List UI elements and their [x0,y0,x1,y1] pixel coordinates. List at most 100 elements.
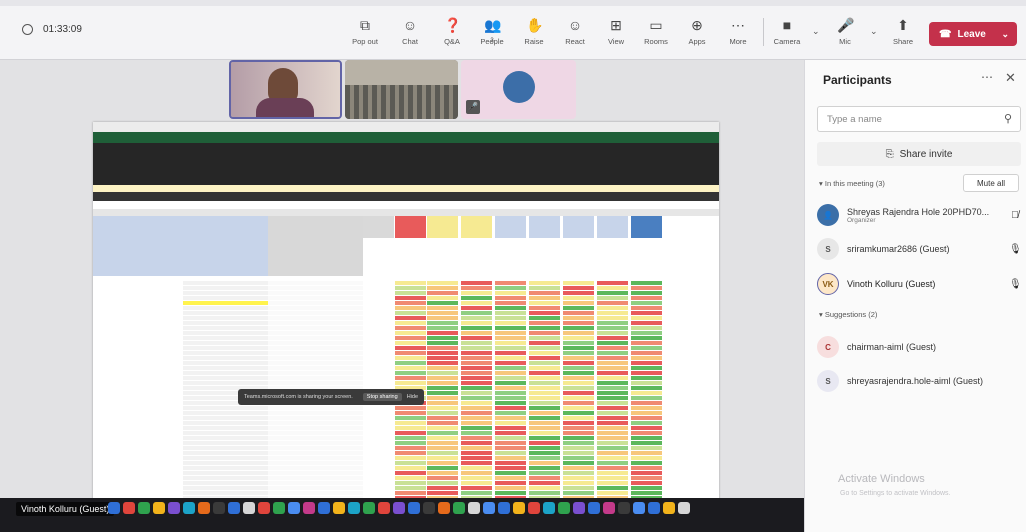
heatmap-cell [563,366,594,370]
video-tile-room[interactable] [345,60,458,119]
row-label-cell [183,321,268,325]
heatmap-cell [529,491,560,495]
suggestion-row[interactable]: C chairman-aiml (Guest) [817,334,1021,360]
heatmap-cell [495,446,526,450]
heatmap-cell [563,416,594,420]
video-tile-speaker[interactable] [229,60,342,119]
heatmap-cell [495,336,526,340]
heatmap-cell [563,336,594,340]
heatmap-cell [495,381,526,385]
view-button[interactable]: ⊞ View [597,17,635,46]
heatmap-cell [427,371,458,375]
heatmap-cell [529,456,560,460]
dock-app-icon [483,502,495,514]
heatmap-cell [529,331,560,335]
more-button[interactable]: ⋯ More [719,17,757,46]
heatmap-cell [461,286,492,290]
video-tile-participant[interactable]: 🎤 [461,60,576,119]
heatmap-cell [631,401,662,405]
column-header-cell [395,216,426,238]
mic-options-chevron-icon[interactable]: ⌄ [870,26,878,37]
chat-button[interactable]: ☺ Chat [391,17,429,46]
dock-app-icon [453,502,465,514]
heatmap-cell [395,341,426,345]
heatmap-cell [529,361,560,365]
mic-button[interactable]: 🎤 Mic [826,17,864,46]
heatmap-cell [427,471,458,475]
heatmap-cell [597,346,628,350]
heatmap-cell [563,451,594,455]
heatmap-cell [529,291,560,295]
heatmap-cell [597,281,628,285]
heatmap-cell [563,466,594,470]
heatmap-cell [529,446,560,450]
suggestion-row[interactable]: S shreyasrajendra.hole-aiml (Guest) [817,368,1021,394]
raise-hand-button[interactable]: ✋ Raise [515,17,553,46]
heatmap-cell [395,291,426,295]
row-value-cell [268,486,363,490]
camera-options-chevron-icon[interactable]: ⌄ [812,26,820,37]
row-label-cell [183,406,268,410]
heatmap-cell [495,431,526,435]
dock-app-icon [123,502,135,514]
apps-button[interactable]: ⊕ Apps [678,17,716,46]
row-label-cell [183,336,268,340]
heatmap-cell [529,416,560,420]
share-button[interactable]: ⬆ Share [884,17,922,46]
leave-button[interactable]: ☎ Leave ⌄ [929,22,1017,46]
activate-windows-subtitle: Go to Settings to activate Windows. [840,490,951,497]
heatmap-cell [529,301,560,305]
heatmap-cell [461,361,492,365]
pop-out-button[interactable]: ⧉ Pop out [346,17,384,46]
rooms-button[interactable]: ▭ Rooms [637,17,675,46]
row-value-cell [268,481,363,485]
cluster-label-block [268,216,363,276]
close-icon[interactable]: ✕ [1005,70,1016,86]
activate-windows-title: Activate Windows [838,473,925,485]
heatmap-cell [427,481,458,485]
heatmap-cell [631,286,662,290]
heatmap-cell [495,351,526,355]
dock-app-icon [648,502,660,514]
share-invite-button[interactable]: ⎘ Share invite [817,142,1021,166]
people-button[interactable]: 👥3 People [473,17,511,46]
suggestions-section-header[interactable]: ▾ Suggestions (2) [819,310,877,319]
heatmap-cell [631,486,662,490]
heatmap-cell [395,366,426,370]
heatmap-cell [529,371,560,375]
stop-sharing-button[interactable]: Stop sharing [362,393,402,401]
in-meeting-section-header[interactable]: ▾ In this meeting (3) [819,179,885,188]
heatmap-cell [495,396,526,400]
hide-toast-button[interactable]: Hide [407,394,418,400]
row-value-cell [268,411,363,415]
react-button[interactable]: ☺ React [556,17,594,46]
participant-name: Vinoth Kolluru (Guest) [847,279,936,289]
row-label-cell [183,381,268,385]
participant-row[interactable]: 👤 Shreyas Rajendra Hole 20PHD70... Organ… [817,202,1021,228]
qa-button[interactable]: ❓ Q&A [433,17,471,46]
heatmap-cell [427,311,458,315]
heatmap-cell [597,466,628,470]
row-value-cell [268,416,363,420]
row-value-cell [268,381,363,385]
participant-row[interactable]: S sriramkumar2686 (Guest) 🎙 [817,236,1022,262]
heatmap-cell [563,446,594,450]
heatmap-cell [461,481,492,485]
row-label-cell [183,426,268,430]
panel-title: Participants [823,73,892,87]
heatmap-cell [495,426,526,430]
heatmap-cell [395,301,426,305]
participant-row[interactable]: VK Vinoth Kolluru (Guest) 🎙 [817,271,1022,297]
camera-button[interactable]: ■ Camera [768,17,806,46]
search-icon: ⚲ [1003,113,1012,125]
heatmap-cell [495,346,526,350]
heatmap-cell [495,451,526,455]
dock-app-icon [678,502,690,514]
heatmap-cell [529,311,560,315]
participant-search-input[interactable]: Type a name ⚲ [817,106,1021,132]
mute-all-button[interactable]: Mute all [963,174,1019,192]
row-label-cell [183,301,268,305]
heatmap-cell [395,451,426,455]
more-options-icon[interactable]: ⋯ [981,70,993,84]
row-label-cell [183,421,268,425]
